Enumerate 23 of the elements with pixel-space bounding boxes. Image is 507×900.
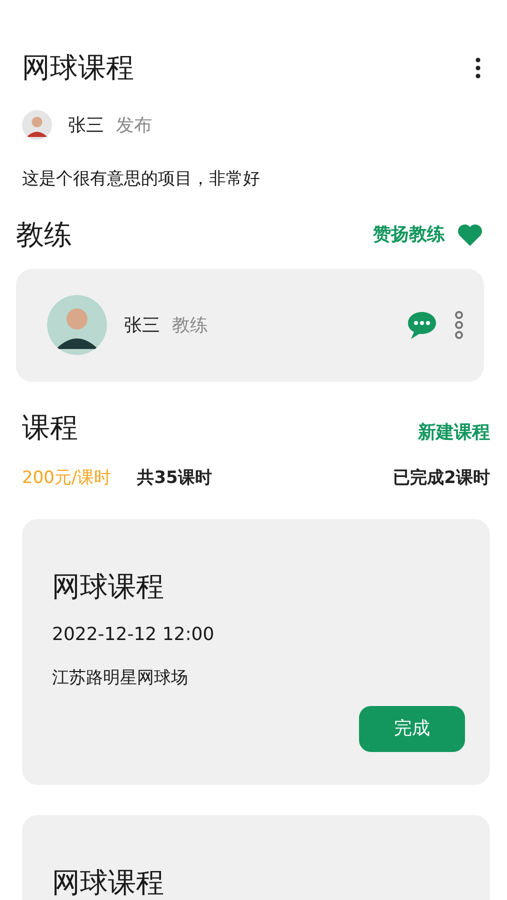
new-course-button[interactable]: 新建课程 (418, 418, 490, 446)
description: 这是个很有意思的项目，非常好 (21, 168, 261, 191)
author-name: 张三 (68, 114, 104, 138)
avatar (22, 110, 52, 140)
chat-icon[interactable] (406, 310, 438, 340)
course-title: 网球课程 (52, 864, 164, 900)
completed-hours: 已完成2课时 (393, 466, 490, 490)
price-label: 200元/课时 (22, 466, 112, 490)
course-datetime: 2022-12-12 12:00 (52, 623, 214, 647)
course-title: 网球课程 (52, 569, 164, 605)
avatar (47, 295, 107, 355)
complete-button[interactable]: 完成 (359, 706, 465, 752)
course-location: 江苏路明星网球场 (52, 667, 188, 690)
section-title: 教练 (16, 216, 72, 252)
page-title: 网球课程 (22, 50, 134, 86)
praise-coach-button[interactable]: 赞扬教练 (373, 221, 445, 248)
heart-icon[interactable] (457, 224, 483, 246)
section-title: 课程 (22, 410, 78, 446)
author-action: 发布 (116, 114, 152, 138)
more-icon[interactable] (475, 57, 481, 79)
coach-name: 张三 (124, 314, 160, 338)
coach-role: 教练 (172, 314, 208, 338)
total-hours: 共35课时 (137, 466, 212, 490)
